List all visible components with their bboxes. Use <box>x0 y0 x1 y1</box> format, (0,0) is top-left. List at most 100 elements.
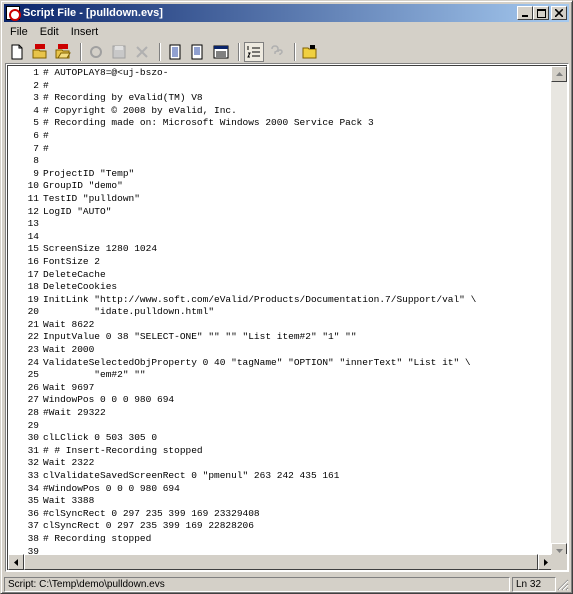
line-text[interactable]: WindowPos 0 0 0 980 694 <box>42 394 174 407</box>
menu-insert[interactable]: Insert <box>65 26 105 38</box>
code-line[interactable]: 10 GroupID "demo" <box>8 180 554 193</box>
menu-edit[interactable]: Edit <box>34 26 65 38</box>
line-text[interactable]: ProjectID "Temp" <box>42 168 134 181</box>
scroll-thumb[interactable] <box>24 554 538 570</box>
line-text[interactable] <box>42 155 43 168</box>
line-text[interactable]: # Recording by eValid(TM) V8 <box>42 92 203 105</box>
numbered-list-button[interactable] <box>244 42 264 62</box>
code-line[interactable]: 1 # AUTOPLAY8=@<uj-bszo- <box>8 67 554 80</box>
code-line[interactable]: 22 InputValue 0 38 "SELECT-ONE" "" "" "Li… <box>8 331 554 344</box>
code-line[interactable]: 24 ValidateSelectedObjProperty 0 40 "tagN… <box>8 357 554 370</box>
code-line[interactable]: 16 FontSize 2 <box>8 256 554 269</box>
horizontal-scrollbar[interactable] <box>8 554 554 570</box>
cut-button[interactable] <box>132 42 152 62</box>
code-line[interactable]: 31 # # Insert-Recording stopped <box>8 445 554 458</box>
line-text[interactable]: #WindowPos 0 0 0 980 694 <box>42 483 180 496</box>
code-line[interactable]: 26 Wait 9697 <box>8 382 554 395</box>
line-text[interactable]: Wait 2000 <box>42 344 94 357</box>
code-line[interactable]: 5 # Recording made on: Microsoft Windows … <box>8 117 554 130</box>
line-text[interactable]: FontSize 2 <box>42 256 100 269</box>
line-text[interactable]: InputValue 0 38 "SELECT-ONE" "" "" "List… <box>42 331 357 344</box>
line-text[interactable] <box>42 218 43 231</box>
scroll-up-button[interactable] <box>551 66 567 82</box>
code-line[interactable]: 23 Wait 2000 <box>8 344 554 357</box>
code-line[interactable]: 3 # Recording by eValid(TM) V8 <box>8 92 554 105</box>
line-text[interactable]: Wait 8622 <box>42 319 94 332</box>
code-line[interactable]: 21 Wait 8622 <box>8 319 554 332</box>
line-text[interactable]: TestID "pulldown" <box>42 193 140 206</box>
line-text[interactable]: #clSyncRect 0 297 235 399 169 23329408 <box>42 508 260 521</box>
code-line[interactable]: 30 clLClick 0 503 305 0 <box>8 432 554 445</box>
line-text[interactable]: ScreenSize 1280 1024 <box>42 243 157 256</box>
minimize-button[interactable] <box>517 6 533 20</box>
document-button[interactable] <box>165 42 185 62</box>
code-line[interactable]: 32 Wait 2322 <box>8 457 554 470</box>
line-text[interactable]: "em#2" "" <box>42 369 145 382</box>
line-text[interactable]: #Wait 29322 <box>42 407 106 420</box>
menu-file[interactable]: File <box>4 26 34 38</box>
code-line[interactable]: 20 "idate.pulldown.html" <box>8 306 554 319</box>
code-line[interactable]: 11 TestID "pulldown" <box>8 193 554 206</box>
code-line[interactable]: 29 <box>8 420 554 433</box>
window-button[interactable] <box>211 42 231 62</box>
code-line[interactable]: 17 DeleteCache <box>8 269 554 282</box>
code-line[interactable]: 19 InitLink "http://www.soft.com/eValid/P… <box>8 294 554 307</box>
code-line[interactable]: 18 DeleteCookies <box>8 281 554 294</box>
code-line[interactable]: 37 clSyncRect 0 297 235 399 169 22828206 <box>8 520 554 533</box>
code-line[interactable]: 9 ProjectID "Temp" <box>8 168 554 181</box>
code-line[interactable]: 38 # Recording stopped <box>8 533 554 546</box>
line-text[interactable]: clLClick 0 503 305 0 <box>42 432 157 445</box>
code-line[interactable]: 36 #clSyncRect 0 297 235 399 169 23329408 <box>8 508 554 521</box>
open-file-button[interactable] <box>53 42 73 62</box>
code-line[interactable]: 35 Wait 3388 <box>8 495 554 508</box>
line-text[interactable]: "idate.pulldown.html" <box>42 306 214 319</box>
open-bug-button[interactable] <box>30 42 50 62</box>
line-text[interactable]: # Copyright © 2008 by eValid, Inc. <box>42 105 237 118</box>
line-text[interactable]: # <box>42 143 49 156</box>
code-line[interactable]: 2 # <box>8 80 554 93</box>
line-text[interactable]: DeleteCookies <box>42 281 117 294</box>
line-text[interactable]: DeleteCache <box>42 269 106 282</box>
code-line[interactable]: 12 LogID "AUTO" <box>8 206 554 219</box>
copy-button[interactable] <box>188 42 208 62</box>
save-button[interactable] <box>109 42 129 62</box>
line-text[interactable]: GroupID "demo" <box>42 180 123 193</box>
code-line[interactable]: 6 # <box>8 130 554 143</box>
line-text[interactable]: # <box>42 80 49 93</box>
line-text[interactable]: # <box>42 130 49 143</box>
scroll-left-button[interactable] <box>8 554 24 570</box>
line-text[interactable]: # # Insert-Recording stopped <box>42 445 203 458</box>
line-text[interactable] <box>42 231 43 244</box>
line-text[interactable]: # Recording made on: Microsoft Windows 2… <box>42 117 374 130</box>
maximize-button[interactable] <box>533 6 549 20</box>
line-text[interactable]: LogID "AUTO" <box>42 206 111 219</box>
code-line[interactable]: 4 # Copyright © 2008 by eValid, Inc. <box>8 105 554 118</box>
code-line[interactable]: 34 #WindowPos 0 0 0 980 694 <box>8 483 554 496</box>
new-file-button[interactable] <box>7 42 27 62</box>
script-editor[interactable]: 1 # AUTOPLAY8=@<uj-bszo- 2 #3 # Recording by… <box>5 63 569 572</box>
code-line[interactable]: 15 ScreenSize 1280 1024 <box>8 243 554 256</box>
line-text[interactable]: clSyncRect 0 297 235 399 169 22828206 <box>42 520 254 533</box>
close-button[interactable] <box>551 6 567 20</box>
code-line[interactable]: 33 clValidateSavedScreenRect 0 "pmenul" 2… <box>8 470 554 483</box>
title-bar[interactable]: Script File - [pulldown.evs] <box>4 4 569 22</box>
code-line[interactable]: 27 WindowPos 0 0 0 980 694 <box>8 394 554 407</box>
line-text[interactable]: InitLink "http://www.soft.com/eValid/Pro… <box>42 294 476 307</box>
code-line[interactable]: 7 # <box>8 143 554 156</box>
resize-grip-icon[interactable] <box>556 578 569 591</box>
line-text[interactable]: Wait 2322 <box>42 457 94 470</box>
line-text[interactable]: # Recording stopped <box>42 533 151 546</box>
code-line[interactable]: 8 <box>8 155 554 168</box>
code-area[interactable]: 1 # AUTOPLAY8=@<uj-bszo- 2 #3 # Recording by… <box>8 66 554 559</box>
help-button[interactable] <box>267 42 287 62</box>
line-text[interactable]: ValidateSelectedObjProperty 0 40 "tagNam… <box>42 357 471 370</box>
line-text[interactable]: clValidateSavedScreenRect 0 "pmenul" 263… <box>42 470 339 483</box>
disabled-button[interactable] <box>86 42 106 62</box>
line-text[interactable] <box>42 420 43 433</box>
code-line[interactable]: 28 #Wait 29322 <box>8 407 554 420</box>
line-text[interactable]: Wait 9697 <box>42 382 94 395</box>
code-line[interactable]: 14 <box>8 231 554 244</box>
line-text[interactable]: # AUTOPLAY8=@<uj-bszo- <box>42 67 168 80</box>
code-line[interactable]: 13 <box>8 218 554 231</box>
code-line[interactable]: 25 "em#2" "" <box>8 369 554 382</box>
